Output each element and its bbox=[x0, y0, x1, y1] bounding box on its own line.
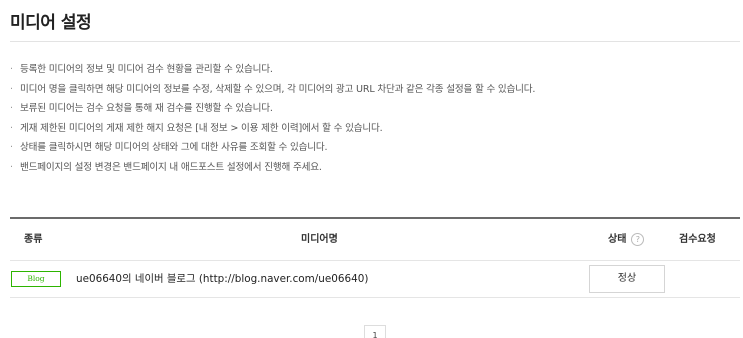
bullet-icon: · bbox=[10, 64, 13, 75]
table-row: Blog ue06640의 네이버 블로그 (http://blog.naver… bbox=[10, 261, 740, 298]
notice-item: · 등록한 미디어의 정보 및 미디어 검수 현황을 관리할 수 있습니다. bbox=[10, 60, 535, 80]
notice-list: · 등록한 미디어의 정보 및 미디어 검수 현황을 관리할 수 있습니다. · 미… bbox=[10, 60, 535, 177]
media-name-link[interactable]: ue06640의 네이버 블로그 (http://blog.naver.com/… bbox=[76, 261, 368, 297]
column-header-review-request: 검수요청 bbox=[679, 234, 716, 245]
notice-text: 보류된 미디어는 검수 요청을 통해 재 검수를 진행할 수 있습니다. bbox=[20, 103, 273, 114]
notice-text: 게재 제한된 미디어의 게재 제한 해지 요청은 [내 정보 > 이용 제한 이… bbox=[20, 122, 383, 134]
question-circle-icon[interactable]: ? bbox=[631, 233, 645, 246]
pagination-page-1[interactable]: 1 bbox=[364, 325, 386, 338]
notice-item: · 상태를 클릭하시면 해당 미디어의 상태와 그에 대한 사유를 조회할 수 있… bbox=[10, 138, 535, 158]
page-title: 미디어 설정 bbox=[10, 13, 92, 33]
column-header-type: 종류 bbox=[24, 234, 43, 245]
notice-text: 미디어 명을 클릭하면 해당 미디어의 정보를 수정, 삭제할 수 있으며, 각… bbox=[20, 83, 536, 95]
bullet-icon: · bbox=[10, 83, 13, 95]
status-button[interactable]: 정상 bbox=[589, 265, 665, 293]
bullet-icon: · bbox=[10, 161, 13, 173]
notice-item: · 미디어 명을 클릭하면 해당 미디어의 정보를 수정, 삭제할 수 있으며, … bbox=[10, 80, 535, 100]
notice-text: 밴드페이지의 설정 변경은 밴드페이지 내 애드포스트 설정에서 진행해 주세요… bbox=[20, 161, 322, 173]
bullet-icon: · bbox=[10, 142, 13, 153]
column-header-media-name: 미디어명 bbox=[301, 234, 338, 245]
table-header: 종류 미디어명 상태 ? 검수요청 bbox=[10, 219, 740, 261]
media-table: 종류 미디어명 상태 ? 검수요청 Blog ue06640의 네이버 블로그 … bbox=[10, 217, 740, 298]
blog-type-badge: Blog bbox=[11, 271, 61, 287]
notice-item: · 보류된 미디어는 검수 요청을 통해 재 검수를 진행할 수 있습니다. bbox=[10, 99, 535, 119]
column-header-status-label: 상태 bbox=[608, 234, 627, 245]
bullet-icon: · bbox=[10, 103, 13, 114]
bullet-icon: · bbox=[10, 122, 13, 134]
notice-item: · 게재 제한된 미디어의 게재 제한 해지 요청은 [내 정보 > 이용 제한 … bbox=[10, 119, 535, 139]
notice-item: · 밴드페이지의 설정 변경은 밴드페이지 내 애드포스트 설정에서 진행해 주세… bbox=[10, 158, 535, 178]
title-divider bbox=[10, 41, 740, 42]
column-header-status: 상태 ? bbox=[608, 219, 645, 260]
media-settings-page: 미디어 설정 · 등록한 미디어의 정보 및 미디어 검수 현황을 관리할 수 있… bbox=[0, 0, 743, 338]
notice-text: 상태를 클릭하시면 해당 미디어의 상태와 그에 대한 사유를 조회할 수 있습… bbox=[20, 142, 328, 153]
notice-text: 등록한 미디어의 정보 및 미디어 검수 현황을 관리할 수 있습니다. bbox=[20, 64, 273, 75]
